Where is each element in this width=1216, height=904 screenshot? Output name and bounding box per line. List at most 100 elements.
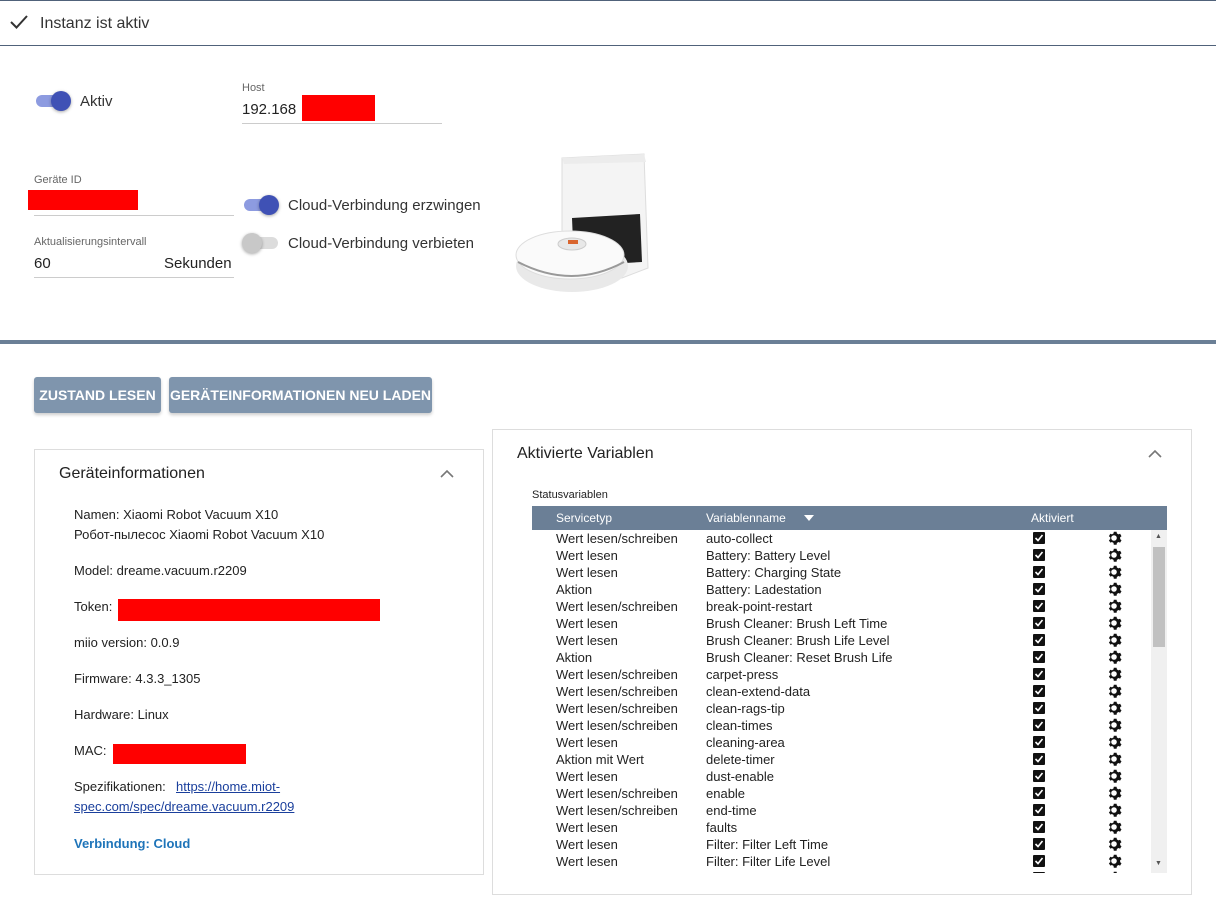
gear-icon[interactable] xyxy=(1106,836,1122,852)
activated-checkbox[interactable] xyxy=(1033,855,1045,867)
column-activated: Aktiviert xyxy=(1031,511,1074,525)
activated-checkbox[interactable] xyxy=(1033,787,1045,799)
row-variable-name: Filter: Filter Life Level xyxy=(706,854,831,869)
redacted-token xyxy=(118,599,380,621)
mac-label: MAC: xyxy=(74,743,107,758)
row-variable-name: Brush Cleaner: Brush Left Time xyxy=(706,616,888,631)
activated-checkbox[interactable] xyxy=(1033,804,1045,816)
host-field[interactable]: 192.168 xyxy=(242,101,296,118)
row-service-type: Wert lesen/schreiben xyxy=(556,684,678,699)
table-row: Wert lesen/schreiben end-time xyxy=(532,802,1151,819)
gear-icon[interactable] xyxy=(1106,581,1122,597)
table-row: Wert lesen Battery: Battery Level xyxy=(532,547,1151,564)
row-variable-name: carpet-press xyxy=(706,667,779,682)
variables-table-body: Wert lesen/schreiben auto-collect Wert les… xyxy=(532,530,1167,873)
gear-icon[interactable] xyxy=(1106,547,1122,563)
interval-unit: Sekunden xyxy=(164,255,232,272)
device-id-underline xyxy=(34,215,234,216)
sort-down-icon[interactable] xyxy=(804,515,814,521)
status-variables-label: Statusvariablen xyxy=(532,489,608,501)
scroll-up-arrow-icon[interactable]: ▲ xyxy=(1155,533,1162,540)
activated-checkbox[interactable] xyxy=(1033,685,1045,697)
activated-checkbox[interactable] xyxy=(1033,651,1045,663)
activated-checkbox[interactable] xyxy=(1033,668,1045,680)
gear-icon[interactable] xyxy=(1106,530,1122,546)
row-service-type: Wert lesen/schreiben xyxy=(556,531,678,546)
row-service-type: Wert lesen xyxy=(556,616,618,631)
gear-icon[interactable] xyxy=(1106,853,1122,869)
table-row: Wert lesen Filter: Filter Left Time xyxy=(532,836,1151,853)
activated-checkbox[interactable] xyxy=(1033,634,1045,646)
activated-checkbox[interactable] xyxy=(1033,753,1045,765)
connection-status: Verbindung: Cloud xyxy=(74,836,191,851)
device-info-title: Geräteinformationen xyxy=(59,465,205,483)
activated-checkbox[interactable] xyxy=(1033,532,1045,544)
table-row: Wert lesen/schreiben auto-collect xyxy=(532,530,1151,547)
gear-icon[interactable] xyxy=(1106,683,1122,699)
table-row: Wert lesen Brush Cleaner: Brush Left Time xyxy=(532,615,1151,632)
gear-icon[interactable] xyxy=(1106,768,1122,784)
activated-checkbox[interactable] xyxy=(1033,770,1045,782)
column-variable-name[interactable]: Variablenname xyxy=(706,511,786,525)
scrollbar-thumb[interactable] xyxy=(1153,547,1165,647)
activated-checkbox[interactable] xyxy=(1033,736,1045,748)
table-row: Wert lesen/schreiben enable xyxy=(532,785,1151,802)
activated-checkbox[interactable] xyxy=(1033,617,1045,629)
row-service-type: Aktion xyxy=(556,582,593,597)
row-service-type: Wert lesen/schreiben xyxy=(556,599,678,614)
scroll-down-arrow-icon[interactable]: ▼ xyxy=(1155,860,1162,867)
activated-checkbox[interactable] xyxy=(1033,719,1045,731)
chevron-up-icon[interactable] xyxy=(1147,449,1163,459)
gear-icon[interactable] xyxy=(1106,564,1122,580)
row-service-type: Wert lesen/schreiben xyxy=(556,803,678,818)
row-variable-name: clean-extend-data xyxy=(706,684,811,699)
gear-icon[interactable] xyxy=(1106,734,1122,750)
activated-checkbox[interactable] xyxy=(1033,583,1045,595)
activated-checkbox[interactable] xyxy=(1033,600,1045,612)
interval-field[interactable]: 60 xyxy=(34,255,51,272)
table-row: Wert lesen/schreiben clean-rags-tip xyxy=(532,700,1151,717)
gear-icon[interactable] xyxy=(1106,649,1122,665)
gear-icon[interactable] xyxy=(1106,819,1122,835)
row-service-type: Wert lesen/schreiben xyxy=(556,667,678,682)
table-row: Wert lesen Battery: Charging State xyxy=(532,564,1151,581)
robot-vacuum-image xyxy=(515,153,649,292)
activated-checkbox[interactable] xyxy=(1033,872,1045,873)
read-state-button[interactable]: ZUSTAND LESEN xyxy=(34,377,161,413)
activated-checkbox[interactable] xyxy=(1033,838,1045,850)
gear-icon[interactable] xyxy=(1106,717,1122,733)
gear-icon[interactable] xyxy=(1106,700,1122,716)
spec-link-part1[interactable]: https://home.miot- xyxy=(176,777,280,797)
row-variable-name: Filter: Reset Filter Life xyxy=(706,870,833,873)
row-service-type: Wert lesen/schreiben xyxy=(556,718,678,733)
row-service-type: Wert lesen xyxy=(556,769,618,784)
gear-icon[interactable] xyxy=(1106,615,1122,631)
gear-icon[interactable] xyxy=(1106,666,1122,682)
activated-checkbox[interactable] xyxy=(1033,549,1045,561)
activated-checkbox[interactable] xyxy=(1033,566,1045,578)
column-service-type[interactable]: Servicetyp xyxy=(556,511,612,525)
gear-icon[interactable] xyxy=(1106,632,1122,648)
reload-device-info-button[interactable]: GERÄTEINFORMATIONEN NEU LADEN xyxy=(169,377,432,413)
redacted-host xyxy=(302,95,375,121)
chevron-up-icon[interactable] xyxy=(439,469,455,479)
gear-icon[interactable] xyxy=(1106,870,1122,873)
activated-checkbox[interactable] xyxy=(1033,702,1045,714)
row-service-type: Wert lesen/schreiben xyxy=(556,701,678,716)
firmware: Firmware: 4.3.3_1305 xyxy=(74,671,201,686)
spec-link-part2[interactable]: spec.com/spec/dreame.vacuum.r2209 xyxy=(74,797,294,817)
variables-scrollbar[interactable]: ▲ ▼ xyxy=(1151,530,1167,873)
gear-icon[interactable] xyxy=(1106,785,1122,801)
row-service-type: Wert lesen/schreiben xyxy=(556,786,678,801)
gear-icon[interactable] xyxy=(1106,802,1122,818)
gear-icon[interactable] xyxy=(1106,598,1122,614)
table-row: Aktion Battery: Ladestation xyxy=(532,581,1151,598)
redacted-mac xyxy=(113,744,246,764)
activated-checkbox[interactable] xyxy=(1033,821,1045,833)
aktiv-toggle[interactable] xyxy=(34,90,72,112)
cloud-force-toggle[interactable] xyxy=(242,194,280,216)
gear-icon[interactable] xyxy=(1106,751,1122,767)
table-row: Wert lesen cleaning-area xyxy=(532,734,1151,751)
device-name-localized: Робот-пылесос Xiaomi Robot Vacuum X10 xyxy=(74,527,325,542)
cloud-forbid-toggle[interactable] xyxy=(242,232,280,254)
